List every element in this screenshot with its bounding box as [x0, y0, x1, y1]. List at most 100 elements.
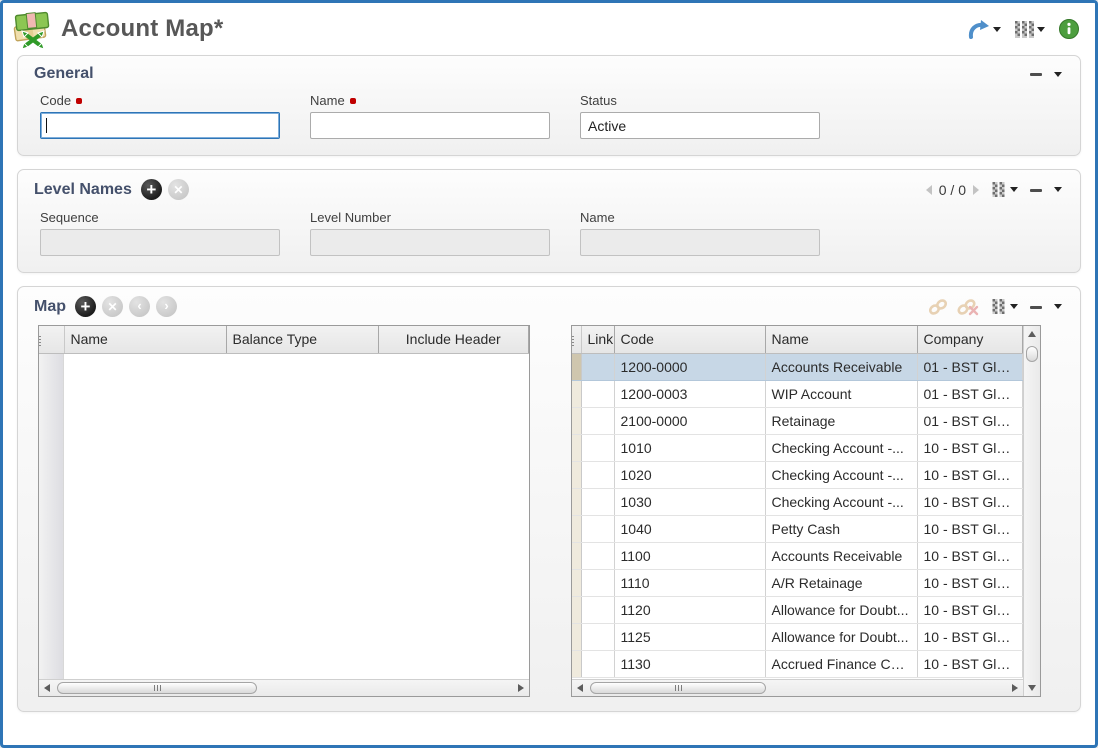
map-section: Map + ✕ ‹ › — [17, 286, 1081, 712]
column-header-company[interactable]: Company — [917, 326, 1023, 353]
general-fields: Code Name Status — [18, 87, 1080, 155]
info-icon — [1059, 19, 1079, 39]
link-icon — [928, 298, 948, 316]
horizontal-scrollbar — [572, 679, 1023, 696]
table-row[interactable]: 2100-0000Retainage01 - BST Global — [572, 407, 1023, 434]
table-row[interactable]: 1200-0000Accounts Receivable01 - BST Glo… — [572, 353, 1023, 380]
table-row[interactable]: 1010Checking Account -...10 - BST Global — [572, 434, 1023, 461]
section-menu-button[interactable] — [1052, 302, 1064, 311]
triangle-left-icon — [577, 684, 583, 692]
plus-icon: + — [146, 181, 156, 198]
chevron-left-icon: ‹ — [137, 299, 141, 312]
level-names-header: Level Names + ✕ 0 / 0 — [18, 170, 1080, 204]
cell-code: 1010 — [614, 434, 765, 461]
account-map-window: Account Map* — [0, 0, 1098, 748]
cell-company: 01 - BST Global — [917, 353, 1023, 380]
scroll-right-button[interactable] — [513, 680, 529, 696]
page-title: Account Map* — [61, 15, 223, 43]
scroll-down-button[interactable] — [1024, 680, 1040, 696]
table-row[interactable]: 1030Checking Account -...10 - BST Global — [572, 488, 1023, 515]
map-structure-table: Name Balance Type Include Header — [38, 325, 530, 697]
row-selector-gutter — [39, 354, 64, 680]
code-label: Code — [40, 93, 280, 108]
column-header-name[interactable]: Name — [765, 326, 917, 353]
cell-link — [581, 434, 614, 461]
table-row[interactable]: 1110A/R Retainage10 - BST Global — [572, 569, 1023, 596]
cell-company: 10 - BST Global — [917, 488, 1023, 515]
triangle-right-icon — [518, 684, 524, 692]
row-selector-header — [39, 326, 64, 353]
collapse-button[interactable] — [1029, 300, 1043, 314]
cell-code: 1120 — [614, 596, 765, 623]
general-title: General — [34, 65, 94, 83]
titlebar-actions — [966, 17, 1081, 41]
row-selector-cell — [572, 353, 581, 380]
add-map-item-button[interactable]: + — [75, 296, 96, 317]
column-chooser-button[interactable] — [1013, 19, 1047, 40]
row-selector-cell — [572, 623, 581, 650]
column-chooser-button[interactable] — [988, 297, 1020, 316]
redirect-button[interactable] — [966, 17, 1003, 41]
info-button[interactable] — [1057, 17, 1081, 41]
column-chooser-button[interactable] — [988, 180, 1020, 199]
empty-table-body — [64, 354, 529, 680]
table-row[interactable]: 1100Accounts Receivable10 - BST Global — [572, 542, 1023, 569]
code-input[interactable] — [40, 112, 280, 139]
row-selector-cell — [572, 596, 581, 623]
cell-name: A/R Retainage — [765, 569, 917, 596]
cell-link — [581, 488, 614, 515]
row-selector-cell — [572, 650, 581, 677]
cell-name: Accounts Receivable — [765, 353, 917, 380]
column-header-name[interactable]: Name — [64, 326, 226, 353]
move-right-button: › — [156, 296, 177, 317]
cell-link — [581, 623, 614, 650]
column-chooser-icon — [1015, 21, 1034, 38]
column-header-link[interactable]: Link — [581, 326, 614, 353]
scrollbar-thumb[interactable] — [57, 682, 257, 694]
account-map-money-icon — [11, 9, 53, 49]
table-row[interactable]: 1120Allowance for Doubt...10 - BST Globa… — [572, 596, 1023, 623]
cell-code: 1020 — [614, 461, 765, 488]
section-menu-button[interactable] — [1052, 185, 1064, 194]
cell-code: 2100-0000 — [614, 407, 765, 434]
column-header-balance-type[interactable]: Balance Type — [226, 326, 378, 353]
chevron-right-icon: › — [164, 299, 168, 312]
add-level-button[interactable]: + — [141, 179, 162, 200]
map-title: Map — [34, 298, 66, 316]
collapse-button[interactable] — [1029, 67, 1043, 81]
cell-code: 1100 — [614, 542, 765, 569]
sequence-input — [40, 229, 280, 256]
column-chooser-icon — [990, 299, 1007, 314]
cell-name: WIP Account — [765, 380, 917, 407]
cell-link — [581, 461, 614, 488]
cell-company: 10 - BST Global — [917, 434, 1023, 461]
table-row[interactable]: 1130Accrued Finance Cha...10 - BST Globa… — [572, 650, 1023, 677]
column-header-include-header[interactable]: Include Header — [378, 326, 529, 353]
cell-code: 1030 — [614, 488, 765, 515]
level-name-field-group: Name — [580, 210, 820, 256]
scrollbar-thumb[interactable] — [590, 682, 766, 694]
row-selector-cell — [572, 488, 581, 515]
cell-name: Allowance for Doubt... — [765, 623, 917, 650]
level-names-fields: Sequence Level Number Name — [18, 204, 1080, 272]
scroll-left-button[interactable] — [572, 680, 588, 696]
column-chooser-icon — [990, 182, 1007, 197]
section-menu-button[interactable] — [1052, 70, 1064, 79]
scroll-up-button[interactable] — [1024, 326, 1040, 342]
cell-link — [581, 542, 614, 569]
table-row[interactable]: 1020Checking Account -...10 - BST Global — [572, 461, 1023, 488]
cell-code: 1200-0000 — [614, 353, 765, 380]
table-row[interactable]: 1040Petty Cash10 - BST Global — [572, 515, 1023, 542]
status-label: Status — [580, 93, 820, 108]
scrollbar-thumb[interactable] — [1026, 346, 1038, 362]
row-selector-cell — [572, 380, 581, 407]
table-row[interactable]: 1125Allowance for Doubt...10 - BST Globa… — [572, 623, 1023, 650]
scroll-right-button[interactable] — [1007, 680, 1023, 696]
name-input[interactable] — [310, 112, 550, 139]
column-header-code[interactable]: Code — [614, 326, 765, 353]
collapse-button[interactable] — [1029, 183, 1043, 197]
table-row[interactable]: 1200-0003WIP Account01 - BST Global — [572, 380, 1023, 407]
scroll-left-button[interactable] — [39, 680, 55, 696]
required-marker — [350, 98, 356, 104]
status-input[interactable] — [580, 112, 820, 139]
